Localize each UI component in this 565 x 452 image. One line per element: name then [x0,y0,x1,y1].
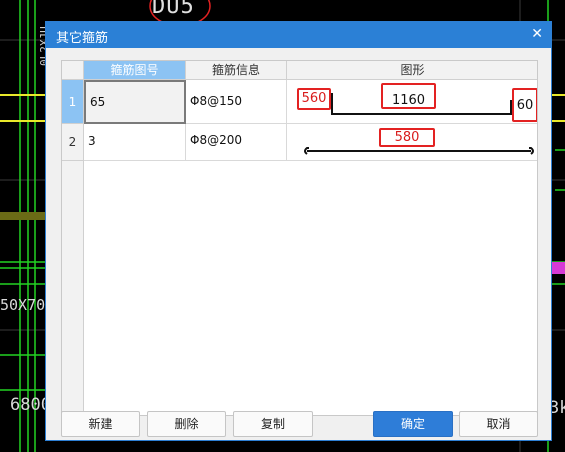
table-cell-code[interactable]: 3 [84,124,186,161]
shape-dimension-left: 560 [297,88,331,110]
table-cell-info[interactable]: Φ8@200 [186,124,287,161]
corner-header [62,61,84,80]
row-number[interactable]: 1 [62,80,84,124]
column-header-code[interactable]: 箍筋图号 [84,61,186,80]
ok-button[interactable]: 确定 [373,411,453,437]
new-button[interactable]: 新建 [61,411,140,437]
table-cell-info[interactable]: Φ8@150 [186,80,287,124]
shape-dimension-middle: 1160 [381,83,436,109]
copy-button[interactable]: 复制 [233,411,313,437]
other-stirrups-dialog: 其它箍筋 ✕ 箍筋图号 箍筋信息 图形 1 65 Φ8@150 560 1160… [45,21,552,441]
column-header-shape[interactable]: 图形 [287,61,537,80]
close-icon[interactable]: ✕ [531,26,543,42]
dialog-titlebar[interactable]: 其它箍筋 ✕ [46,22,551,48]
table-cell-shape[interactable]: 580 [287,124,537,161]
column-header-info[interactable]: 箍筋信息 [186,61,287,80]
cad-top-label: DU5 [152,0,195,19]
cancel-button[interactable]: 取消 [459,411,538,437]
row-number[interactable]: 2 [62,124,84,161]
shape-dimension-right: 60 [512,88,537,122]
row-number-column-empty [62,161,84,415]
stirrup-table: 箍筋图号 箍筋信息 图形 1 65 Φ8@150 560 1160 60 2 3… [61,60,538,416]
table-cell-code[interactable]: 65 [84,80,186,124]
table-cell-shape[interactable]: 560 1160 60 [287,80,537,124]
delete-button[interactable]: 删除 [147,411,226,437]
shape-dimension-length: 580 [379,128,435,147]
dialog-title: 其它箍筋 [56,31,109,46]
